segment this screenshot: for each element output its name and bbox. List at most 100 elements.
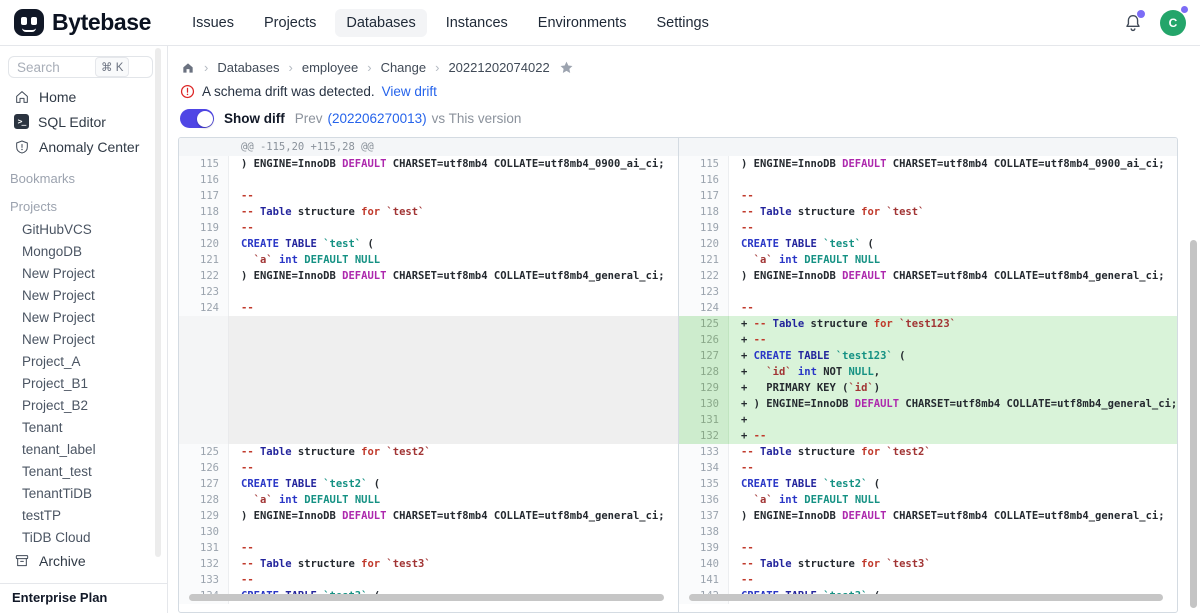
line-number: 137 [679, 508, 729, 524]
diff-row: 122) ENGINE=InnoDB DEFAULT CHARSET=utf8m… [179, 268, 678, 284]
show-diff-toggle[interactable] [180, 109, 214, 128]
sidebar-item-project[interactable]: New Project [0, 306, 167, 328]
line-number: 127 [679, 348, 729, 364]
diff-row [179, 364, 678, 380]
line-number: 129 [179, 508, 229, 524]
nav-item-projects[interactable]: Projects [253, 9, 327, 37]
schema-drift-alert: A schema drift was detected. View drift [180, 84, 1200, 99]
view-drift-link[interactable]: View drift [382, 84, 437, 99]
line-number: 131 [679, 412, 729, 428]
code-line: ) ENGINE=InnoDB DEFAULT CHARSET=utf8mb4 … [729, 156, 1177, 172]
nav-item-environments[interactable]: Environments [527, 9, 638, 37]
alert-text: A schema drift was detected. [202, 84, 375, 99]
line-number: 125 [679, 316, 729, 332]
sidebar-item-project[interactable]: tenant_label [0, 438, 167, 460]
code-line: `a` int DEFAULT NULL [229, 492, 678, 508]
line-number: 119 [679, 220, 729, 236]
brand-logo[interactable]: Bytebase [14, 9, 151, 36]
user-avatar[interactable]: C [1160, 10, 1186, 36]
line-number: 132 [179, 556, 229, 572]
line-number [179, 138, 229, 156]
search-input[interactable] [17, 60, 95, 75]
nav-item-databases[interactable]: Databases [335, 9, 426, 37]
line-number: 126 [679, 332, 729, 348]
sidebar-item-project[interactable]: New Project [0, 328, 167, 350]
horizontal-scrollbar[interactable] [189, 594, 664, 601]
sidebar-item-home[interactable]: Home [6, 84, 161, 109]
code-line [229, 524, 678, 540]
diff-pane-previous: @@ -115,20 +115,28 @@115) ENGINE=InnoDB … [179, 138, 678, 612]
diff-row [179, 380, 678, 396]
diff-row: 140-- Table structure for `test3` [679, 556, 1177, 572]
line-number: 121 [679, 252, 729, 268]
code-line [729, 138, 1177, 156]
horizontal-scrollbar[interactable] [689, 594, 1163, 601]
sidebar-item-project[interactable]: Project_B1 [0, 372, 167, 394]
line-number: 130 [679, 396, 729, 412]
code-line: -- [729, 300, 1177, 316]
code-line [229, 396, 678, 412]
sidebar-item-project[interactable]: New Project [0, 262, 167, 284]
diff-row [179, 348, 678, 364]
sidebar-item-project[interactable]: Tenant_test [0, 460, 167, 482]
diff-row [179, 428, 678, 444]
line-number: 121 [179, 252, 229, 268]
code-line [729, 524, 1177, 540]
code-line: -- [229, 572, 678, 588]
nav-item-settings[interactable]: Settings [645, 9, 719, 37]
page-vertical-scrollbar[interactable] [1190, 240, 1197, 608]
code-line: ) ENGINE=InnoDB DEFAULT CHARSET=utf8mb4 … [229, 156, 678, 172]
sidebar-item-sql-editor[interactable]: >_ SQL Editor [6, 109, 161, 134]
diff-row: 125+ -- Table structure for `test123` [679, 316, 1177, 332]
diff-row [179, 332, 678, 348]
line-number: 129 [679, 380, 729, 396]
sidebar-item-project[interactable]: Tenant [0, 416, 167, 438]
anomaly-center-icon [14, 139, 30, 155]
sidebar-item-project[interactable]: New Project [0, 284, 167, 306]
sidebar-item-project[interactable]: TenantTiDB [0, 482, 167, 504]
sidebar-item-project[interactable]: Project_B2 [0, 394, 167, 416]
sidebar-item-anomaly-center[interactable]: Anomaly Center [6, 134, 161, 159]
code-line: CREATE TABLE `test2` ( [729, 476, 1177, 492]
sidebar-item-project[interactable]: MongoDB [0, 240, 167, 262]
sidebar-item-project[interactable]: Project_A [0, 350, 167, 372]
diff-row: 118-- Table structure for `test` [679, 204, 1177, 220]
breadcrumb-employee[interactable]: employee [302, 60, 358, 75]
plan-badge: Enterprise Plan [0, 583, 167, 613]
diff-row: 127+ CREATE TABLE `test123` ( [679, 348, 1177, 364]
sidebar-item-project[interactable]: TiDB Cloud [0, 526, 167, 548]
sidebar: ⌘ K Home >_ SQL Editor Anomaly Center Bo… [0, 46, 168, 613]
code-line: -- Table structure for `test` [729, 204, 1177, 220]
code-line: -- [229, 220, 678, 236]
search-box[interactable]: ⌘ K [8, 56, 153, 78]
home-icon [14, 89, 30, 105]
diff-row [179, 396, 678, 412]
breadcrumb-change[interactable]: Change [381, 60, 427, 75]
code-line: CREATE TABLE `test2` ( [229, 476, 678, 492]
diff-row: 129) ENGINE=InnoDB DEFAULT CHARSET=utf8m… [179, 508, 678, 524]
home-icon[interactable] [181, 61, 195, 75]
prev-version-link[interactable]: (202206270013) [328, 111, 427, 126]
code-line: + CREATE TABLE `test123` ( [729, 348, 1177, 364]
sidebar-item-project[interactable]: GitHubVCS [0, 218, 167, 240]
line-number: 135 [679, 476, 729, 492]
notifications-button[interactable] [1122, 12, 1144, 34]
nav-item-instances[interactable]: Instances [435, 9, 519, 37]
diff-row: 135CREATE TABLE `test2` ( [679, 476, 1177, 492]
nav-item-issues[interactable]: Issues [181, 9, 245, 37]
breadcrumb-databases[interactable]: Databases [217, 60, 279, 75]
sidebar-item-archive[interactable]: Archive [6, 548, 161, 573]
diff-row: @@ -115,20 +115,28 @@ [179, 138, 678, 156]
line-number: 128 [179, 492, 229, 508]
code-line: -- [229, 540, 678, 556]
code-line: -- [729, 572, 1177, 588]
diff-row: 124-- [679, 300, 1177, 316]
search-shortcut-badge: ⌘ K [95, 57, 129, 77]
star-icon[interactable] [559, 60, 574, 75]
brand-wordmark: Bytebase [52, 9, 151, 36]
sidebar-item-project[interactable]: testTP [0, 504, 167, 526]
line-number: 134 [679, 460, 729, 476]
breadcrumb-version[interactable]: 20221202074022 [448, 60, 549, 75]
sidebar-scrollbar[interactable] [155, 48, 161, 557]
diff-row: 139-- [679, 540, 1177, 556]
